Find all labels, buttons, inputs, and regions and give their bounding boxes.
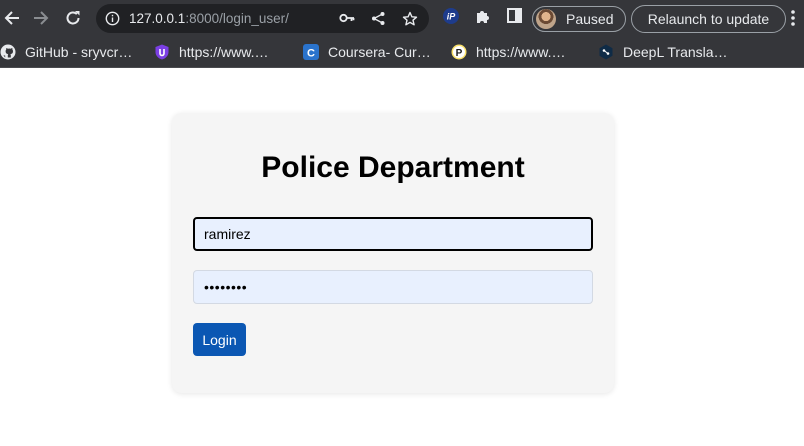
extensions-puzzle-icon[interactable]	[475, 8, 491, 29]
login-button[interactable]: Login	[193, 323, 246, 356]
ip-extension-label: iP	[447, 12, 457, 22]
p-icon: P	[451, 44, 467, 60]
coursera-icon-letter: C	[307, 47, 315, 59]
bookmark-deepl[interactable]: DeepL Transla…	[598, 42, 728, 62]
url-host: 127.0.0.1	[129, 11, 186, 26]
bookmark-label: DeepL Transla…	[623, 44, 728, 60]
password-input[interactable]: ••••••••	[193, 270, 593, 304]
url-path: :8000/login_user/	[185, 11, 289, 26]
bookmark-label: GitHub - sryvcr…	[25, 44, 133, 60]
url-text[interactable]: 127.0.0.1:8000/login_user/	[129, 11, 289, 26]
ip-extension-icon[interactable]: iP	[443, 8, 459, 29]
username-input[interactable]: ramirez	[193, 217, 593, 251]
bookmark-label: https://www.…	[476, 44, 566, 60]
share-icon[interactable]	[371, 11, 386, 31]
browser-toolbar: 127.0.0.1:8000/login_user/ iP Paused Rel…	[0, 0, 804, 37]
forward-arrow-icon[interactable]	[30, 7, 52, 29]
coursera-icon: C	[303, 44, 319, 60]
bookmarks-bar: GitHub - sryvcr… https://www.… C Courser…	[0, 37, 804, 68]
page-content: Police Department ramirez •••••••• Login	[0, 68, 804, 446]
p-icon-letter: P	[456, 48, 463, 59]
bookmark-github[interactable]: GitHub - sryvcr…	[0, 42, 132, 62]
avatar	[536, 9, 556, 29]
back-arrow-icon[interactable]	[1, 7, 23, 29]
browser-menu-icon[interactable]	[791, 10, 795, 31]
bookmark-label: https://www.…	[179, 44, 269, 60]
password-value: ••••••••	[204, 279, 248, 295]
page-title: Police Department	[261, 151, 525, 184]
bookmark-link-2[interactable]: P https://www.…	[451, 42, 565, 62]
bookmark-link-1[interactable]: https://www.…	[154, 42, 268, 62]
reload-icon[interactable]	[62, 7, 84, 29]
bookmark-coursera[interactable]: C Coursera- Cur…	[303, 42, 431, 62]
login-card: Police Department ramirez •••••••• Login	[172, 113, 614, 393]
deepl-icon	[598, 44, 614, 60]
purple-shield-icon	[154, 44, 170, 60]
username-value: ramirez	[204, 226, 251, 242]
github-icon	[0, 44, 16, 60]
site-info-icon[interactable]	[105, 11, 120, 31]
password-key-icon[interactable]	[339, 11, 355, 30]
profile-status: Paused	[566, 11, 614, 27]
profile-button[interactable]: Paused	[532, 6, 626, 32]
side-panel-icon[interactable]	[507, 8, 522, 28]
relaunch-button[interactable]: Relaunch to update	[631, 5, 786, 33]
address-bar[interactable]: 127.0.0.1:8000/login_user/	[96, 4, 429, 33]
bookmark-label: Coursera- Cur…	[328, 44, 431, 60]
bookmark-star-icon[interactable]	[402, 11, 418, 32]
